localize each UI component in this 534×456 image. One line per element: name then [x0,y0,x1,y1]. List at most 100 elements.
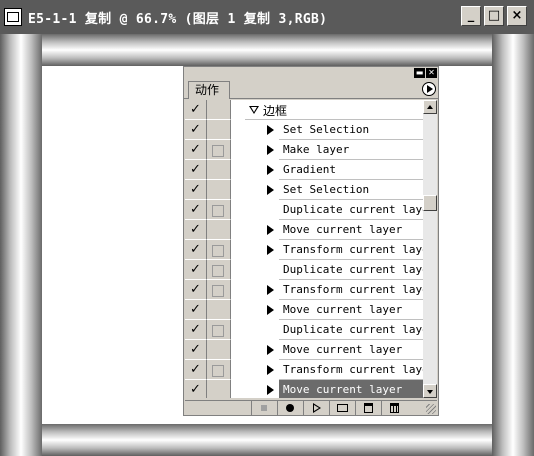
action-label: Transform current layer [283,363,436,376]
maximize-button[interactable]: □ [484,6,504,26]
title-bar: E5-1-1 复制 @ 66.7% (图层 1 复制 3,RGB) _ □ × [0,0,534,34]
new-action-button[interactable] [355,401,381,415]
delete-button[interactable] [381,401,407,415]
toggle-check[interactable]: ✓ [185,300,207,320]
action-row[interactable]: ✓ Make layer [185,140,423,160]
toggle-dialog[interactable] [207,180,231,200]
toggle-dialog[interactable] [207,220,231,240]
check-icon: ✓ [190,322,201,337]
expand-triangle-icon[interactable] [267,365,274,375]
stop-button[interactable] [251,401,277,415]
play-button[interactable] [303,401,329,415]
action-label: Gradient [283,163,336,176]
expand-triangle-icon[interactable] [267,305,274,315]
toggle-check[interactable]: ✓ [185,260,207,280]
action-row[interactable]: ✓ Duplicate current layer [185,200,435,220]
action-label: Set Selection [283,123,370,136]
palette-minimize-icon[interactable]: ▬ [414,68,425,78]
toggle-dialog[interactable] [207,300,231,320]
toggle-check[interactable]: ✓ [185,120,207,140]
action-label: Duplicate current layer [283,203,436,216]
expand-triangle-icon[interactable] [267,385,274,395]
action-row[interactable]: ✓ Move current layer [185,340,423,360]
expand-triangle-icon[interactable] [267,185,274,195]
toggle-dialog[interactable] [207,200,231,220]
expand-triangle-icon[interactable] [267,285,274,295]
expand-triangle-icon[interactable] [267,145,274,155]
expand-triangle-icon[interactable] [267,345,274,355]
action-row[interactable]: ✓ Gradient [185,160,423,180]
dialog-icon [212,365,224,377]
action-row[interactable]: ✓ Move current layer [185,300,423,320]
palette-menu-icon[interactable] [422,82,436,96]
check-icon: ✓ [190,202,201,217]
palette-close-icon[interactable]: ✕ [426,68,437,78]
close-button[interactable]: × [507,6,527,26]
check-icon: ✓ [190,122,201,137]
toggle-check[interactable]: ✓ [185,180,207,200]
check-icon: ✓ [190,242,201,257]
palette-title-bar[interactable]: ▬ ✕ [184,67,438,80]
toggle-dialog[interactable] [207,320,231,340]
action-row[interactable]: ✓ Duplicate current layer [185,260,435,280]
toggle-dialog[interactable] [207,140,231,160]
action-label: Transform current layer [283,243,436,256]
scroll-up-button[interactable] [423,100,437,114]
action-row[interactable]: ✓ Transform current layer [185,360,435,380]
action-row[interactable]: ✓ Transform current layer [185,240,435,260]
toggle-dialog[interactable] [207,380,231,398]
palette-toolbar [185,400,437,415]
toggle-check[interactable]: ✓ [185,380,207,398]
toggle-dialog[interactable] [207,100,231,120]
document-icon[interactable] [4,8,22,26]
toggle-dialog[interactable] [207,360,231,380]
expand-triangle-icon[interactable] [267,225,274,235]
expand-triangle-icon[interactable] [267,125,274,135]
toggle-check[interactable]: ✓ [185,360,207,380]
record-button[interactable] [277,401,303,415]
toggle-check[interactable]: ✓ [185,240,207,260]
action-row[interactable]: ✓ Duplicate current layer [185,320,435,340]
toggle-check[interactable]: ✓ [185,320,207,340]
expand-triangle-icon[interactable] [267,245,274,255]
action-row[interactable]: ✓ Move current layer [185,220,423,240]
action-set-row[interactable]: ✓ 边框 [185,100,423,120]
toggle-check[interactable]: ✓ [185,340,207,360]
play-icon-inner [314,405,319,411]
action-label: Duplicate current layer [283,263,436,276]
check-icon: ✓ [190,282,201,297]
toggle-dialog[interactable] [207,120,231,140]
action-row[interactable]: ✓ Move current layer [185,380,423,398]
new-set-button[interactable] [329,401,355,415]
toggle-check[interactable]: ✓ [185,160,207,180]
expanded-triangle-icon[interactable] [249,106,259,114]
minimize-button[interactable]: _ [461,6,481,26]
frame-left-bar [0,34,42,456]
action-row[interactable]: ✓ Set Selection [185,120,423,140]
toggle-dialog[interactable] [207,260,231,280]
action-label: Transform current layer [283,283,436,296]
window-title: E5-1-1 复制 @ 66.7% (图层 1 复制 3,RGB) [28,11,328,27]
toggle-check[interactable]: ✓ [185,200,207,220]
tab-actions[interactable]: 动作 [188,81,231,99]
stop-icon [261,405,267,411]
toggle-dialog[interactable] [207,240,231,260]
resize-grip[interactable] [426,404,436,414]
action-row[interactable]: ✓ Set Selection [185,180,423,200]
palette-scrollbar[interactable] [423,100,437,398]
action-row[interactable]: ✓ Transform current layer [185,280,435,300]
toggle-check[interactable]: ✓ [185,100,207,120]
scroll-thumb[interactable] [423,195,437,211]
check-icon: ✓ [190,382,201,397]
toggle-check[interactable]: ✓ [185,280,207,300]
action-label: Duplicate current layer [283,323,436,336]
scroll-down-button[interactable] [423,384,437,398]
toggle-dialog[interactable] [207,160,231,180]
toggle-check[interactable]: ✓ [185,140,207,160]
toggle-dialog[interactable] [207,340,231,360]
toggle-dialog[interactable] [207,280,231,300]
expand-triangle-icon[interactable] [267,165,274,175]
toggle-check[interactable]: ✓ [185,220,207,240]
frame-bottom-bar [0,424,534,456]
trash-icon [390,403,399,413]
